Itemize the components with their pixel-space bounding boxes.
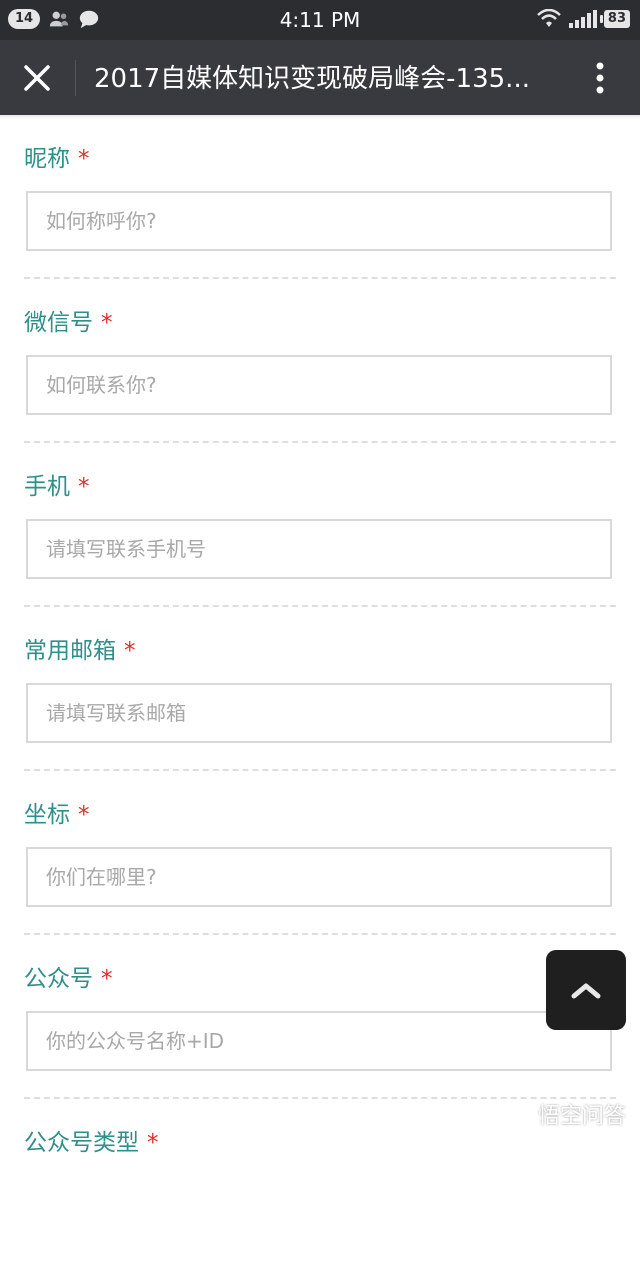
required-marker: * [78, 146, 90, 172]
location-input[interactable] [26, 847, 612, 907]
field-phone: 手机 * [0, 443, 640, 607]
watermark-text: 悟空问答 [537, 1104, 626, 1129]
required-marker: * [101, 310, 113, 336]
field-email: 常用邮箱 * [0, 607, 640, 771]
status-bar: 14 4:11 PM 83 [0, 0, 640, 40]
field-label: 公众号 * [24, 966, 113, 992]
signal-icon [568, 10, 597, 28]
scroll-top-button[interactable] [546, 950, 626, 1030]
title-divider [75, 60, 76, 96]
field-label: 坐标 * [24, 802, 90, 828]
close-icon[interactable] [18, 59, 56, 97]
field-label: 昵称 * [24, 146, 90, 172]
required-marker: * [101, 966, 113, 992]
nickname-input[interactable] [26, 191, 612, 251]
field-nickname: 昵称 * [0, 115, 640, 279]
chevron-up-icon [571, 983, 601, 999]
email-input[interactable] [26, 683, 612, 743]
speech-bubble-logo-icon [498, 1101, 532, 1125]
more-vertical-icon[interactable] [582, 58, 618, 98]
wechat-id-input[interactable] [26, 355, 612, 415]
status-right: 83 [536, 9, 630, 29]
official-account-input[interactable] [26, 1011, 612, 1071]
field-official-account: 公众号 * [0, 935, 640, 1099]
wifi-icon [537, 9, 561, 27]
field-label: 手机 * [24, 474, 90, 500]
registration-form: 昵称* 微信号* 手机* 常用邮箱* 坐标* 公众号* 公众号类型* [0, 115, 640, 1263]
required-marker: * [147, 1130, 159, 1156]
phone-input[interactable] [26, 519, 612, 579]
field-label: 常用邮箱 * [24, 638, 136, 664]
required-marker: * [78, 802, 90, 828]
field-location: 坐标 * [0, 771, 640, 935]
battery-indicator: 83 [599, 10, 630, 28]
field-label: 微信号 * [24, 310, 113, 336]
required-marker: * [124, 638, 136, 664]
field-label: 公众号类型 * [24, 1130, 159, 1156]
page-title: 2017自媒体知识变现破局峰会-135... [94, 64, 530, 94]
watermark: 悟空问答 [498, 1098, 626, 1130]
required-marker: * [78, 474, 90, 500]
field-wechat: 微信号 * [0, 279, 640, 443]
title-bar: 2017自媒体知识变现破局峰会-135... [0, 40, 640, 115]
